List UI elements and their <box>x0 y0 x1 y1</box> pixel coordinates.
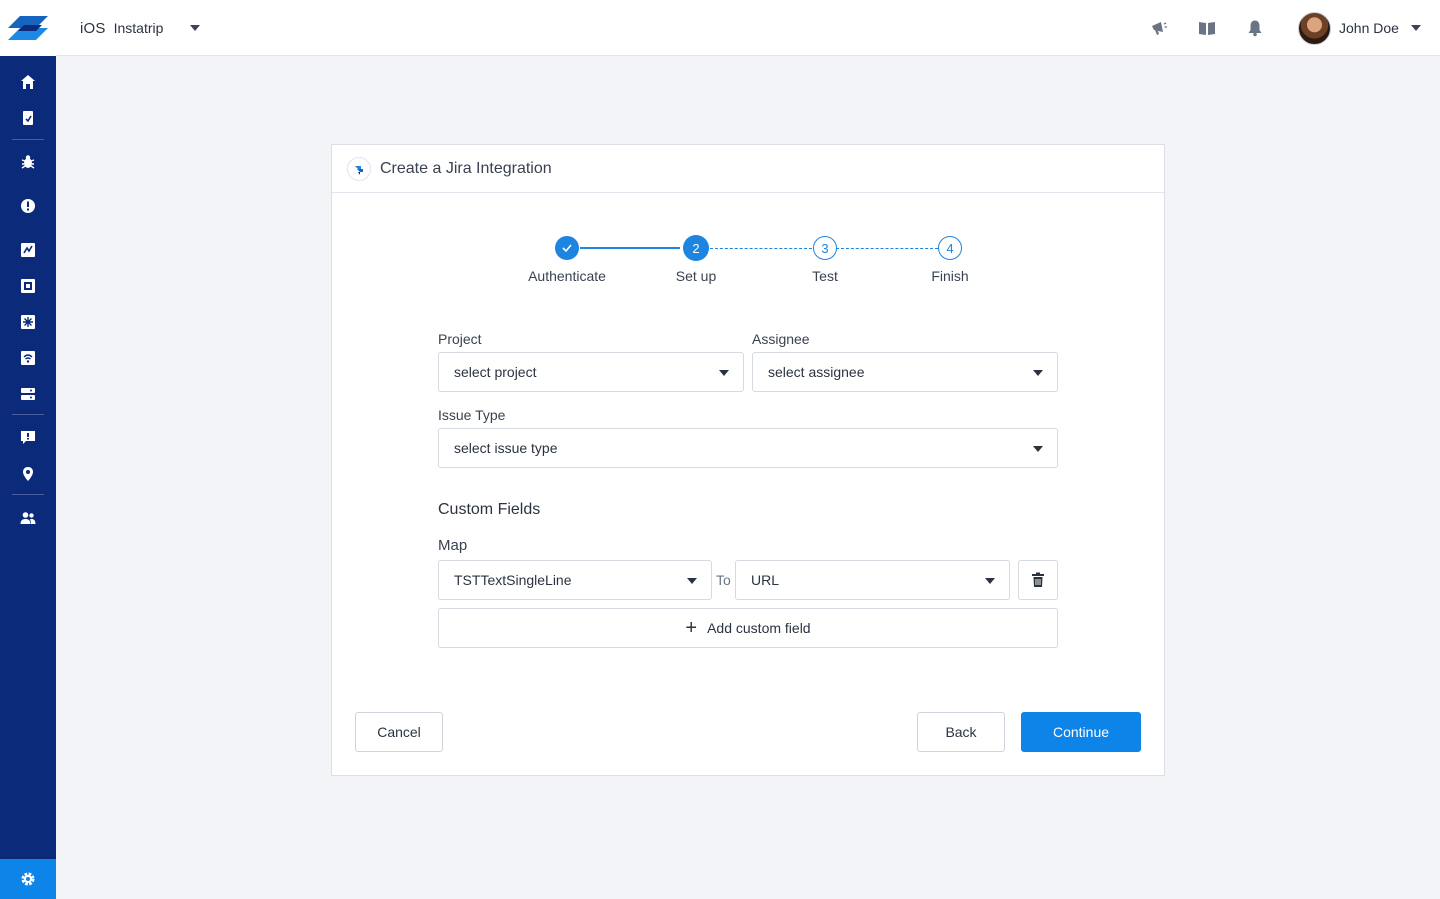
project-select-value: select project <box>454 364 537 380</box>
chevron-down-icon <box>190 25 201 31</box>
map-from-select[interactable]: TSTTextSingleLine <box>438 560 712 600</box>
nav-divider <box>12 494 44 495</box>
map-to-label: To <box>716 572 731 588</box>
step-label-finish: Finish <box>931 268 969 284</box>
cancel-button[interactable]: Cancel <box>355 712 443 752</box>
chat-icon[interactable] <box>16 425 40 449</box>
nav-divider <box>12 414 44 415</box>
reports-icon[interactable] <box>16 106 40 130</box>
map-from-value: TSTTextSingleLine <box>454 572 572 588</box>
app-name: Instatrip <box>113 20 164 36</box>
custom-fields-title: Custom Fields <box>438 501 541 518</box>
plus-icon: + <box>685 617 698 639</box>
feature-requests-icon[interactable] <box>16 274 40 298</box>
issue-type-select[interactable]: select issue type <box>438 428 1058 468</box>
topbar: iOS Instatrip John Doe <box>56 0 1440 56</box>
releases-icon[interactable] <box>16 310 40 334</box>
network-icon[interactable] <box>16 346 40 370</box>
team-icon[interactable] <box>16 506 40 530</box>
project-label: Project <box>438 331 482 347</box>
sidebar <box>0 0 56 899</box>
card-header: Create a Jira Integration <box>332 145 1164 193</box>
assignee-label: Assignee <box>752 331 810 347</box>
card-title: Create a Jira Integration <box>380 159 552 177</box>
step-label-authenticate: Authenticate <box>528 268 606 284</box>
stepper-connector <box>836 248 938 249</box>
chevron-down-icon <box>719 370 729 376</box>
add-custom-field-button[interactable]: + Add custom field <box>438 608 1058 648</box>
avatar <box>1298 11 1331 45</box>
chevron-down-icon <box>1033 370 1043 376</box>
location-icon[interactable] <box>16 462 40 486</box>
platform-label: iOS <box>80 19 106 37</box>
surveys-icon[interactable] <box>16 238 40 262</box>
stepper-connector <box>710 248 812 249</box>
bugs-icon[interactable] <box>16 150 40 174</box>
step-test-number: 3 <box>813 236 837 260</box>
chevron-down-icon <box>985 578 995 584</box>
jira-integration-card: Create a Jira Integration 2 3 4 Authenti… <box>331 144 1165 776</box>
step-label-setup: Set up <box>675 268 717 284</box>
step-authenticate-check-icon <box>555 236 579 260</box>
add-custom-field-label: Add custom field <box>707 620 811 636</box>
map-to-select[interactable]: URL <box>735 560 1010 600</box>
crashes-icon[interactable] <box>16 194 40 218</box>
map-to-value: URL <box>751 572 780 588</box>
issue-type-select-value: select issue type <box>454 440 558 456</box>
chevron-down-icon <box>1033 446 1043 452</box>
continue-button[interactable]: Continue <box>1021 712 1141 752</box>
app-switcher[interactable]: iOS Instatrip <box>80 0 201 56</box>
delete-mapping-button[interactable] <box>1018 560 1058 600</box>
step-setup-number: 2 <box>683 235 709 261</box>
user-name: John Doe <box>1339 20 1399 36</box>
issue-type-label: Issue Type <box>438 407 506 423</box>
back-button[interactable]: Back <box>917 712 1005 752</box>
trash-icon <box>1032 572 1044 587</box>
notifications-bell-icon[interactable] <box>1245 18 1265 38</box>
announcement-icon[interactable] <box>1149 18 1169 38</box>
step-finish-number: 4 <box>938 236 962 260</box>
jira-icon <box>347 156 371 181</box>
nav-divider <box>12 139 44 140</box>
map-label: Map <box>438 537 468 554</box>
step-label-test: Test <box>812 268 838 284</box>
project-select[interactable]: select project <box>438 352 744 392</box>
settings-gear-icon[interactable] <box>0 859 56 899</box>
apm-icon[interactable] <box>16 382 40 406</box>
stepper-connector <box>580 247 680 249</box>
chevron-down-icon <box>1410 25 1421 31</box>
instabug-logo[interactable] <box>0 0 56 56</box>
user-menu[interactable]: John Doe <box>1298 11 1421 45</box>
chevron-down-icon <box>687 578 697 584</box>
assignee-select[interactable]: select assignee <box>752 352 1058 392</box>
home-icon[interactable] <box>16 70 40 94</box>
docs-book-icon[interactable] <box>1197 18 1217 38</box>
assignee-select-value: select assignee <box>768 364 865 380</box>
